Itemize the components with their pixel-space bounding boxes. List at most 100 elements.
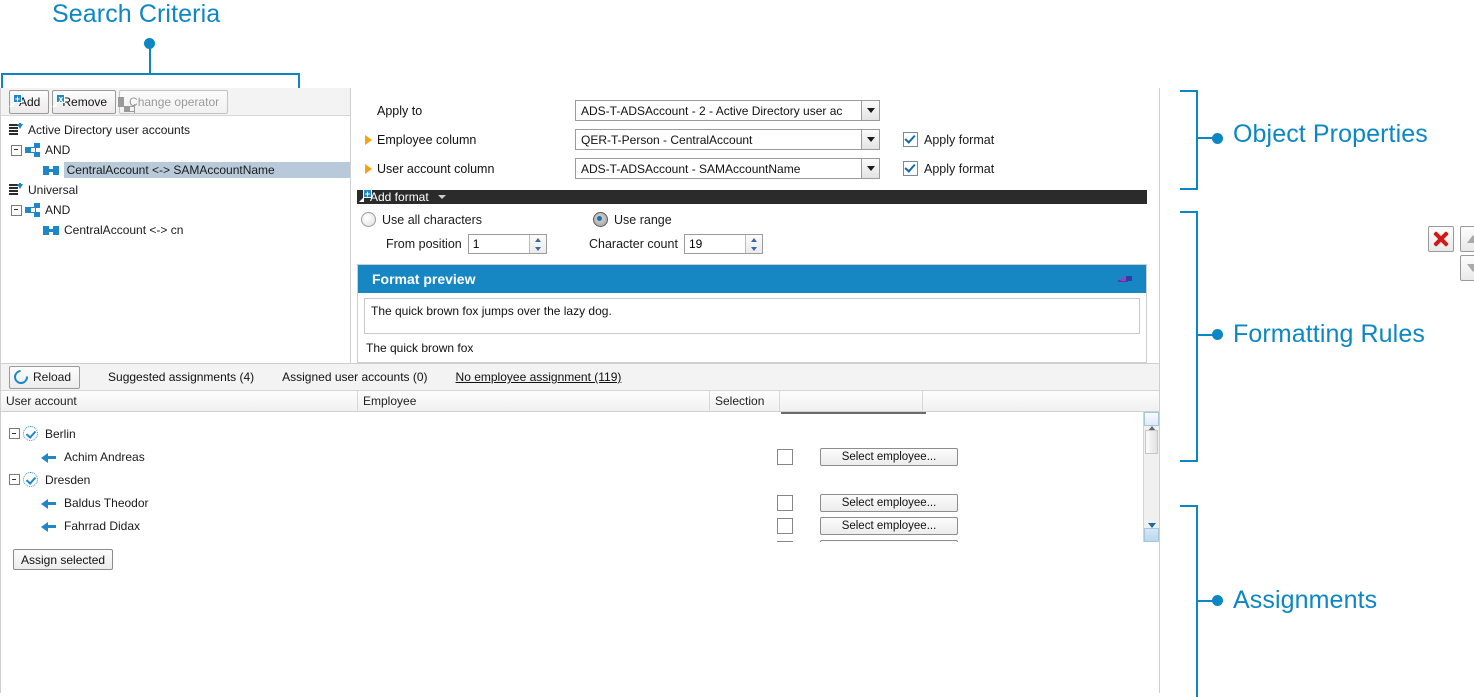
select-employee-button[interactable]: Select employee... <box>820 516 958 535</box>
tree-node-and-1[interactable]: AND <box>1 140 350 160</box>
column-header-selection[interactable]: Selection <box>710 391 780 411</box>
stepper-buttons[interactable] <box>744 235 762 253</box>
column-header-action[interactable] <box>780 391 923 411</box>
row-action: Select employee... <box>820 539 963 542</box>
tree-node-root-ads[interactable]: Active Directory user accounts <box>1 120 350 140</box>
apply-to-dropdown[interactable]: ADS-T-ADSAccount - 2 - Active Directory … <box>575 100 880 121</box>
character-count-input[interactable] <box>684 235 745 253</box>
stepper-up-icon[interactable] <box>530 235 546 244</box>
vertical-scrollbar[interactable] <box>1143 412 1159 542</box>
column-header-user-account[interactable]: User account <box>1 391 358 411</box>
tab-no-employee-assignment[interactable]: No employee assignment (119) <box>442 370 636 384</box>
from-position-stepper[interactable] <box>467 234 547 254</box>
format-preview-input[interactable]: The quick brown fox jumps over the lazy … <box>364 298 1140 334</box>
from-position-input[interactable] <box>468 235 529 253</box>
tree-node-mapping-cn[interactable]: CentralAccount <-> cn <box>1 220 350 240</box>
row-selection[interactable] <box>750 517 820 534</box>
select-employee-button[interactable]: Select employee... <box>820 539 958 542</box>
employee-column-label: Employee column <box>377 132 477 147</box>
move-rule-down-button[interactable] <box>1460 255 1474 281</box>
employee-column-dropdown[interactable]: QER-T-Person - CentralAccount <box>575 129 880 150</box>
character-count-group: Character count <box>589 234 763 254</box>
employee-apply-format-checkbox[interactable]: Apply format <box>903 132 994 147</box>
change-operator-button[interactable]: Change operator <box>118 89 229 114</box>
delete-rule-button[interactable] <box>1428 226 1454 252</box>
row-checkbox[interactable] <box>777 540 793 542</box>
stepper-down-icon[interactable] <box>746 244 762 253</box>
apply-to-row: Apply to ADS-T-ADSAccount - 2 - Active D… <box>351 96 1159 125</box>
criteria-toolbar: + Add x Remove Change operator <box>1 88 350 116</box>
user-account-column-row: User account column ADS-T-ADSAccount - S… <box>351 154 1159 183</box>
tab-suggested-assignments[interactable]: Suggested assignments (4) <box>94 370 268 384</box>
pin-icon[interactable] <box>1118 273 1134 285</box>
operator-icon <box>25 143 40 157</box>
reload-button[interactable]: Reload <box>9 365 81 389</box>
format-preview-panel: Format preview The quick brown fox jumps… <box>357 264 1147 363</box>
row-checkbox[interactable] <box>777 448 793 465</box>
table-row[interactable]: Fahrrad Didax Select employee... <box>1 514 1159 537</box>
chevron-down-icon[interactable] <box>861 130 879 149</box>
stepper-down-icon[interactable] <box>530 244 546 253</box>
collapse-icon[interactable] <box>11 144 22 156</box>
character-count-stepper[interactable] <box>683 234 763 254</box>
reload-icon <box>11 367 31 387</box>
stepper-up-icon[interactable] <box>746 235 762 244</box>
radio-icon[interactable] <box>361 212 376 227</box>
chevron-down-icon[interactable] <box>861 101 879 120</box>
select-employee-button[interactable]: Select employee... <box>820 493 958 512</box>
user-account-apply-format-checkbox[interactable]: Apply format <box>903 161 994 176</box>
scrollbar-thumb[interactable] <box>1145 430 1158 454</box>
criteria-tree[interactable]: Active Directory user accounts AND Centr… <box>1 116 350 363</box>
checkbox-icon[interactable] <box>903 161 918 176</box>
checkbox-icon[interactable] <box>903 132 918 147</box>
collapse-icon[interactable] <box>9 428 20 439</box>
assignments-grid-body[interactable]: Berlin Achim Andreas Select employee... … <box>1 412 1159 542</box>
user-account-column-dropdown[interactable]: ADS-T-ADSAccount - SAMAccountName <box>575 158 880 179</box>
column-header-employee[interactable]: Employee <box>358 391 710 411</box>
tree-node-and-2[interactable]: AND <box>1 200 350 220</box>
chevron-down-icon[interactable] <box>861 159 879 178</box>
tree-node-root-universal[interactable]: Universal <box>1 180 350 200</box>
row-selection[interactable] <box>750 540 820 542</box>
tree-node-label: Active Directory user accounts <box>28 123 191 137</box>
scroll-down-button[interactable] <box>1144 528 1159 542</box>
table-row[interactable]: Baldus Theodor Select employee... <box>1 491 1159 514</box>
change-operator-label: Change operator <box>129 94 220 109</box>
status-check-icon <box>23 426 38 441</box>
from-position-group: From position <box>357 234 589 254</box>
scroll-up-button[interactable] <box>1144 412 1159 426</box>
row-selection[interactable] <box>750 448 820 465</box>
table-row[interactable]: Freiberg Jochen Select employee... <box>1 537 1159 542</box>
collapse-icon[interactable] <box>11 204 22 216</box>
stepper-buttons[interactable] <box>528 235 546 253</box>
radio-icon-selected[interactable] <box>593 212 608 227</box>
table-row[interactable]: Achim Andreas Select employee... <box>1 445 1159 468</box>
range-values-row: From position Character count <box>357 234 1159 254</box>
row-label: Freiberg Jochen <box>64 542 151 543</box>
add-button[interactable]: + Add <box>9 89 50 114</box>
annotation-label-search-criteria: Search Criteria <box>52 0 221 28</box>
employee-apply-format-label: Apply format <box>924 132 995 147</box>
table-row[interactable]: Dresden <box>1 468 1159 491</box>
user-account-column-value: ADS-T-ADSAccount - SAMAccountName <box>581 161 801 176</box>
tree-node-mapping-sam[interactable]: CentralAccount <-> SAMAccountName <box>1 160 350 180</box>
column-header-extra[interactable] <box>923 391 1159 411</box>
tab-assigned-user-accounts[interactable]: Assigned user accounts (0) <box>268 370 441 384</box>
add-button-label: Add <box>19 94 41 109</box>
assign-selected-button[interactable]: Assign selected <box>13 549 114 570</box>
use-range-radio[interactable]: Use range <box>593 212 672 227</box>
remove-button[interactable]: x Remove <box>52 89 117 114</box>
collapse-icon[interactable] <box>9 474 20 485</box>
column-resize-indicator <box>781 412 926 414</box>
chevron-down-icon[interactable] <box>437 195 446 199</box>
add-format-label[interactable]: Add format <box>370 190 429 204</box>
row-checkbox[interactable] <box>777 494 793 511</box>
row-checkbox[interactable] <box>777 517 793 534</box>
table-row[interactable]: Berlin <box>1 422 1159 445</box>
move-rule-up-button[interactable] <box>1460 226 1474 252</box>
row-label: Berlin <box>45 426 76 441</box>
annotation-leader-search-criteria <box>149 44 151 74</box>
row-selection[interactable] <box>750 494 820 511</box>
select-employee-button[interactable]: Select employee... <box>820 447 958 466</box>
use-all-characters-radio[interactable]: Use all characters <box>357 212 593 227</box>
